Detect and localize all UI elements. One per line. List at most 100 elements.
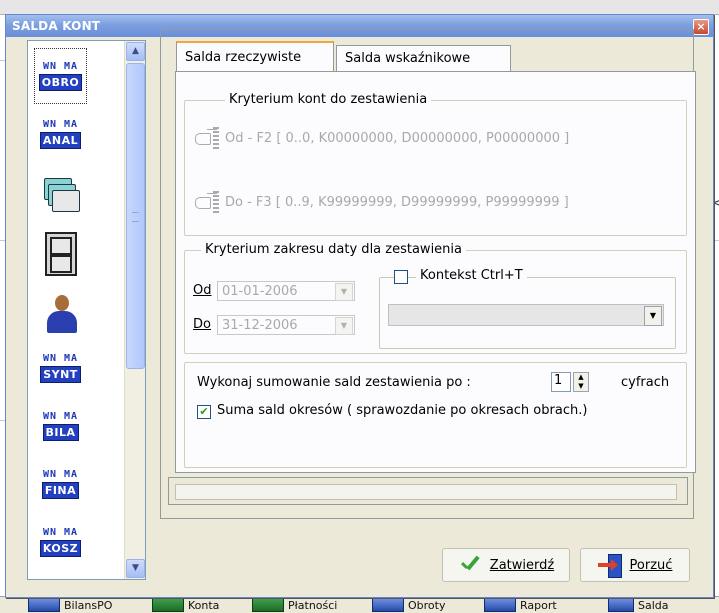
- close-button[interactable]: ×: [693, 19, 709, 35]
- wn-ma-label: WN MA: [42, 469, 79, 480]
- chevron-down-icon[interactable]: ▼: [644, 306, 662, 326]
- module-obro[interactable]: WN MA OBRO: [34, 48, 87, 104]
- date-to-combo[interactable]: 31-12-2006 ▼: [217, 315, 355, 335]
- context-combo[interactable]: ▼: [388, 304, 664, 326]
- progress-field: [175, 484, 677, 500]
- exit-door-icon: [597, 554, 622, 578]
- taskbar: BilansPO Konta Płatności Obroty Raport S…: [0, 596, 719, 613]
- module-bila[interactable]: WN MA BILA: [35, 399, 86, 453]
- wn-ma-label: WN MA: [42, 61, 79, 72]
- tab-salda-rzeczywiste[interactable]: Salda rzeczywiste: [176, 41, 334, 71]
- status-bar: [168, 477, 688, 505]
- chevron-down-icon[interactable]: ▼: [335, 283, 353, 301]
- check-icon: [458, 555, 482, 575]
- digits-value: 1: [554, 373, 563, 388]
- date-from-value: 01-01-2006: [222, 283, 298, 299]
- account-from-field[interactable]: Od - F2 [ 0..0, K00000000, D00000000, P0…: [195, 127, 569, 149]
- wn-ma-label: WN MA: [42, 527, 79, 538]
- date-criteria-legend: Kryterium zakresu daty dla zestawienia: [201, 242, 466, 257]
- hand-pointer-icon: [195, 191, 219, 213]
- periods-checkbox[interactable]: ✔: [197, 405, 211, 419]
- cancel-label: Porzuć: [629, 557, 673, 573]
- taskbar-item-label: Obroty: [408, 598, 446, 612]
- obroty-icon: [372, 598, 404, 612]
- taskbar-item[interactable]: Salda: [608, 597, 669, 613]
- digits-spinner[interactable]: ▲ ▼: [573, 372, 589, 392]
- module-cards[interactable]: [35, 167, 86, 221]
- konta-icon: [152, 598, 184, 612]
- digits-unit: cyfrach: [621, 375, 670, 390]
- confirm-button[interactable]: Zatwierdź: [442, 548, 570, 582]
- module-synt[interactable]: WN MA SYNT: [35, 341, 86, 395]
- context-label: Kontekst Ctrl+T: [416, 268, 527, 283]
- module-kosz[interactable]: WN MA KOSZ: [35, 515, 86, 569]
- taskbar-item[interactable]: Płatności: [252, 597, 337, 613]
- tab-label: Salda rzeczywiste: [185, 49, 302, 65]
- taskbar-item-label: Salda: [638, 598, 669, 612]
- taskbar-item[interactable]: Obroty: [372, 597, 445, 613]
- taskbar-item[interactable]: Konta: [152, 597, 219, 613]
- taskbar-item-label: Raport: [520, 598, 557, 612]
- hand-pointer-icon: [195, 127, 219, 149]
- periods-label: Suma sald okresów ( sprawozdanie po okre…: [217, 403, 588, 418]
- wn-ma-label: WN MA: [42, 353, 79, 364]
- raport-icon: [484, 598, 516, 612]
- platnosci-icon: [252, 598, 284, 612]
- confirm-label: Zatwierdź: [489, 557, 555, 573]
- cards-icon: [42, 174, 80, 214]
- context-checkbox[interactable]: [394, 270, 408, 284]
- module-tag: OBRO: [38, 74, 83, 91]
- module-list[interactable]: WN MA OBRO WN MA ANAL WN MA SYNT WN MA B…: [27, 40, 146, 580]
- module-list-scrollbar[interactable]: ▲ ▼: [124, 41, 145, 579]
- module-fina[interactable]: WN MA FINA: [35, 457, 86, 511]
- chevron-down-icon[interactable]: ▼: [335, 317, 353, 335]
- wn-ma-label: WN MA: [42, 119, 79, 130]
- scroll-thumb[interactable]: [126, 63, 145, 369]
- taskbar-item[interactable]: Raport: [484, 597, 557, 613]
- date-from-label: Od: [193, 283, 212, 298]
- taskbar-item[interactable]: BilansPO: [28, 597, 112, 613]
- close-icon: ×: [696, 20, 706, 33]
- summation-label-text: Wykonaj sumowanie sald zestawienia po :: [197, 375, 471, 390]
- context-group: Kontekst Ctrl+T ▼: [379, 268, 676, 349]
- account-to-text: Do - F3 [ 0..9, K99999999, D99999999, P9…: [225, 194, 569, 210]
- account-to-field[interactable]: Do - F3 [ 0..9, K99999999, D99999999, P9…: [195, 191, 569, 213]
- module-tag: ANAL: [39, 132, 82, 149]
- module-tag: SYNT: [40, 366, 81, 383]
- module-tag: BILA: [42, 424, 79, 441]
- date-criteria-group: Kryterium zakresu daty dla zestawienia O…: [184, 242, 687, 354]
- wn-ma-label: WN MA: [42, 411, 79, 422]
- accounts-criteria-group: Kryterium kont do zestawienia Od - F2 [ …: [184, 92, 687, 236]
- module-person[interactable]: [35, 287, 86, 341]
- chevron-down-icon: ▼: [132, 563, 139, 573]
- tab-label: Salda wskaźnikowe: [345, 51, 471, 66]
- digits-input[interactable]: 1: [551, 372, 571, 392]
- background-toolbar: [0, 0, 719, 15]
- tab-salda-wskaznikowe[interactable]: Salda wskaźnikowe: [336, 45, 511, 71]
- taskbar-item-label: Płatności: [288, 598, 338, 612]
- scroll-down-button[interactable]: ▼: [126, 559, 145, 578]
- chevron-up-icon: ▲: [132, 46, 139, 56]
- spin-down-icon[interactable]: ▼: [574, 382, 588, 391]
- date-to-label: Do: [193, 317, 211, 332]
- account-from-text: Od - F2 [ 0..0, K00000000, D00000000, P0…: [225, 130, 570, 146]
- summation-label: Wykonaj sumowanie sald zestawienia po :: [197, 375, 471, 390]
- date-from-combo[interactable]: 01-01-2006 ▼: [217, 281, 355, 301]
- scroll-up-button[interactable]: ▲: [126, 42, 145, 61]
- taskbar-item-label: Konta: [188, 598, 220, 612]
- cabinet-icon: [44, 232, 77, 276]
- window-title: SALDA KONT: [12, 19, 101, 33]
- module-cabinet[interactable]: [35, 227, 86, 281]
- accounts-criteria-legend: Kryterium kont do zestawienia: [225, 92, 432, 107]
- spin-up-icon[interactable]: ▲: [574, 373, 588, 382]
- grip-icon: [132, 212, 139, 222]
- salda-icon: [608, 598, 634, 612]
- person-icon: [45, 293, 77, 335]
- module-tag: FINA: [41, 482, 80, 499]
- taskbar-item-label: BilansPO: [64, 598, 113, 612]
- cancel-button[interactable]: Porzuć: [580, 548, 690, 582]
- module-anal[interactable]: WN MA ANAL: [35, 107, 86, 161]
- date-to-value: 31-12-2006: [222, 317, 298, 333]
- tab-content: Kryterium kont do zestawienia Od - F2 [ …: [175, 71, 696, 473]
- bilans-icon: [28, 598, 60, 612]
